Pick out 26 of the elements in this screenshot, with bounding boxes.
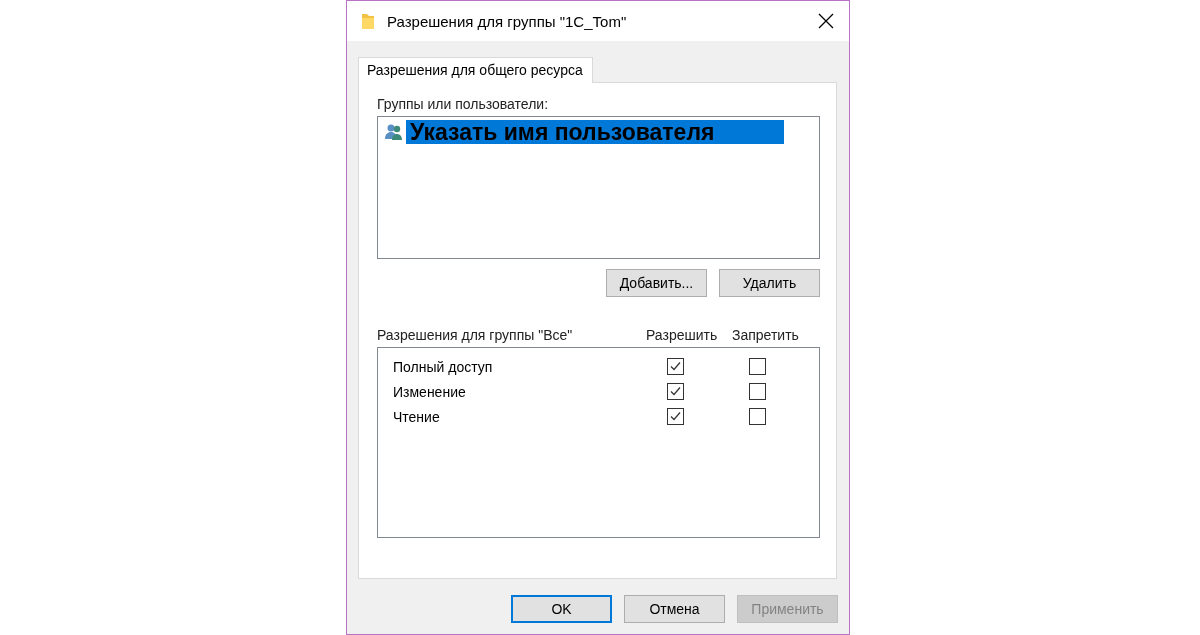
checkbox[interactable] (667, 358, 684, 375)
column-header: Запретить (732, 327, 800, 343)
button[interactable]: OK (511, 595, 612, 623)
button[interactable]: Добавить... (606, 269, 707, 297)
permission-name: Чтение (392, 408, 441, 425)
folder-icon (361, 12, 375, 30)
button[interactable]: Отмена (624, 595, 725, 623)
check-icon (669, 360, 682, 373)
checkbox[interactable] (667, 383, 684, 400)
window-title: Разрешения для группы "1C_Tom" (387, 12, 628, 30)
check-icon (669, 410, 682, 423)
button[interactable]: Удалить (719, 269, 820, 297)
close-icon (818, 13, 834, 29)
column-header: Разрешить (646, 327, 719, 343)
permission-name: Полный доступ (392, 358, 494, 375)
checkbox[interactable] (749, 358, 766, 375)
list-item[interactable]: Указать имя пользователя (406, 120, 785, 144)
users-icon (384, 123, 404, 141)
tab[interactable]: Разрешения для общего ресурса (358, 57, 593, 83)
checkbox[interactable] (749, 408, 766, 425)
checkbox[interactable] (667, 408, 684, 425)
permission-name: Изменение (392, 383, 467, 400)
checkbox[interactable] (749, 383, 766, 400)
section-label: Группы или пользователи: (377, 96, 550, 112)
section-label: Разрешения для группы "Все" (377, 327, 574, 343)
check-icon (669, 385, 682, 398)
